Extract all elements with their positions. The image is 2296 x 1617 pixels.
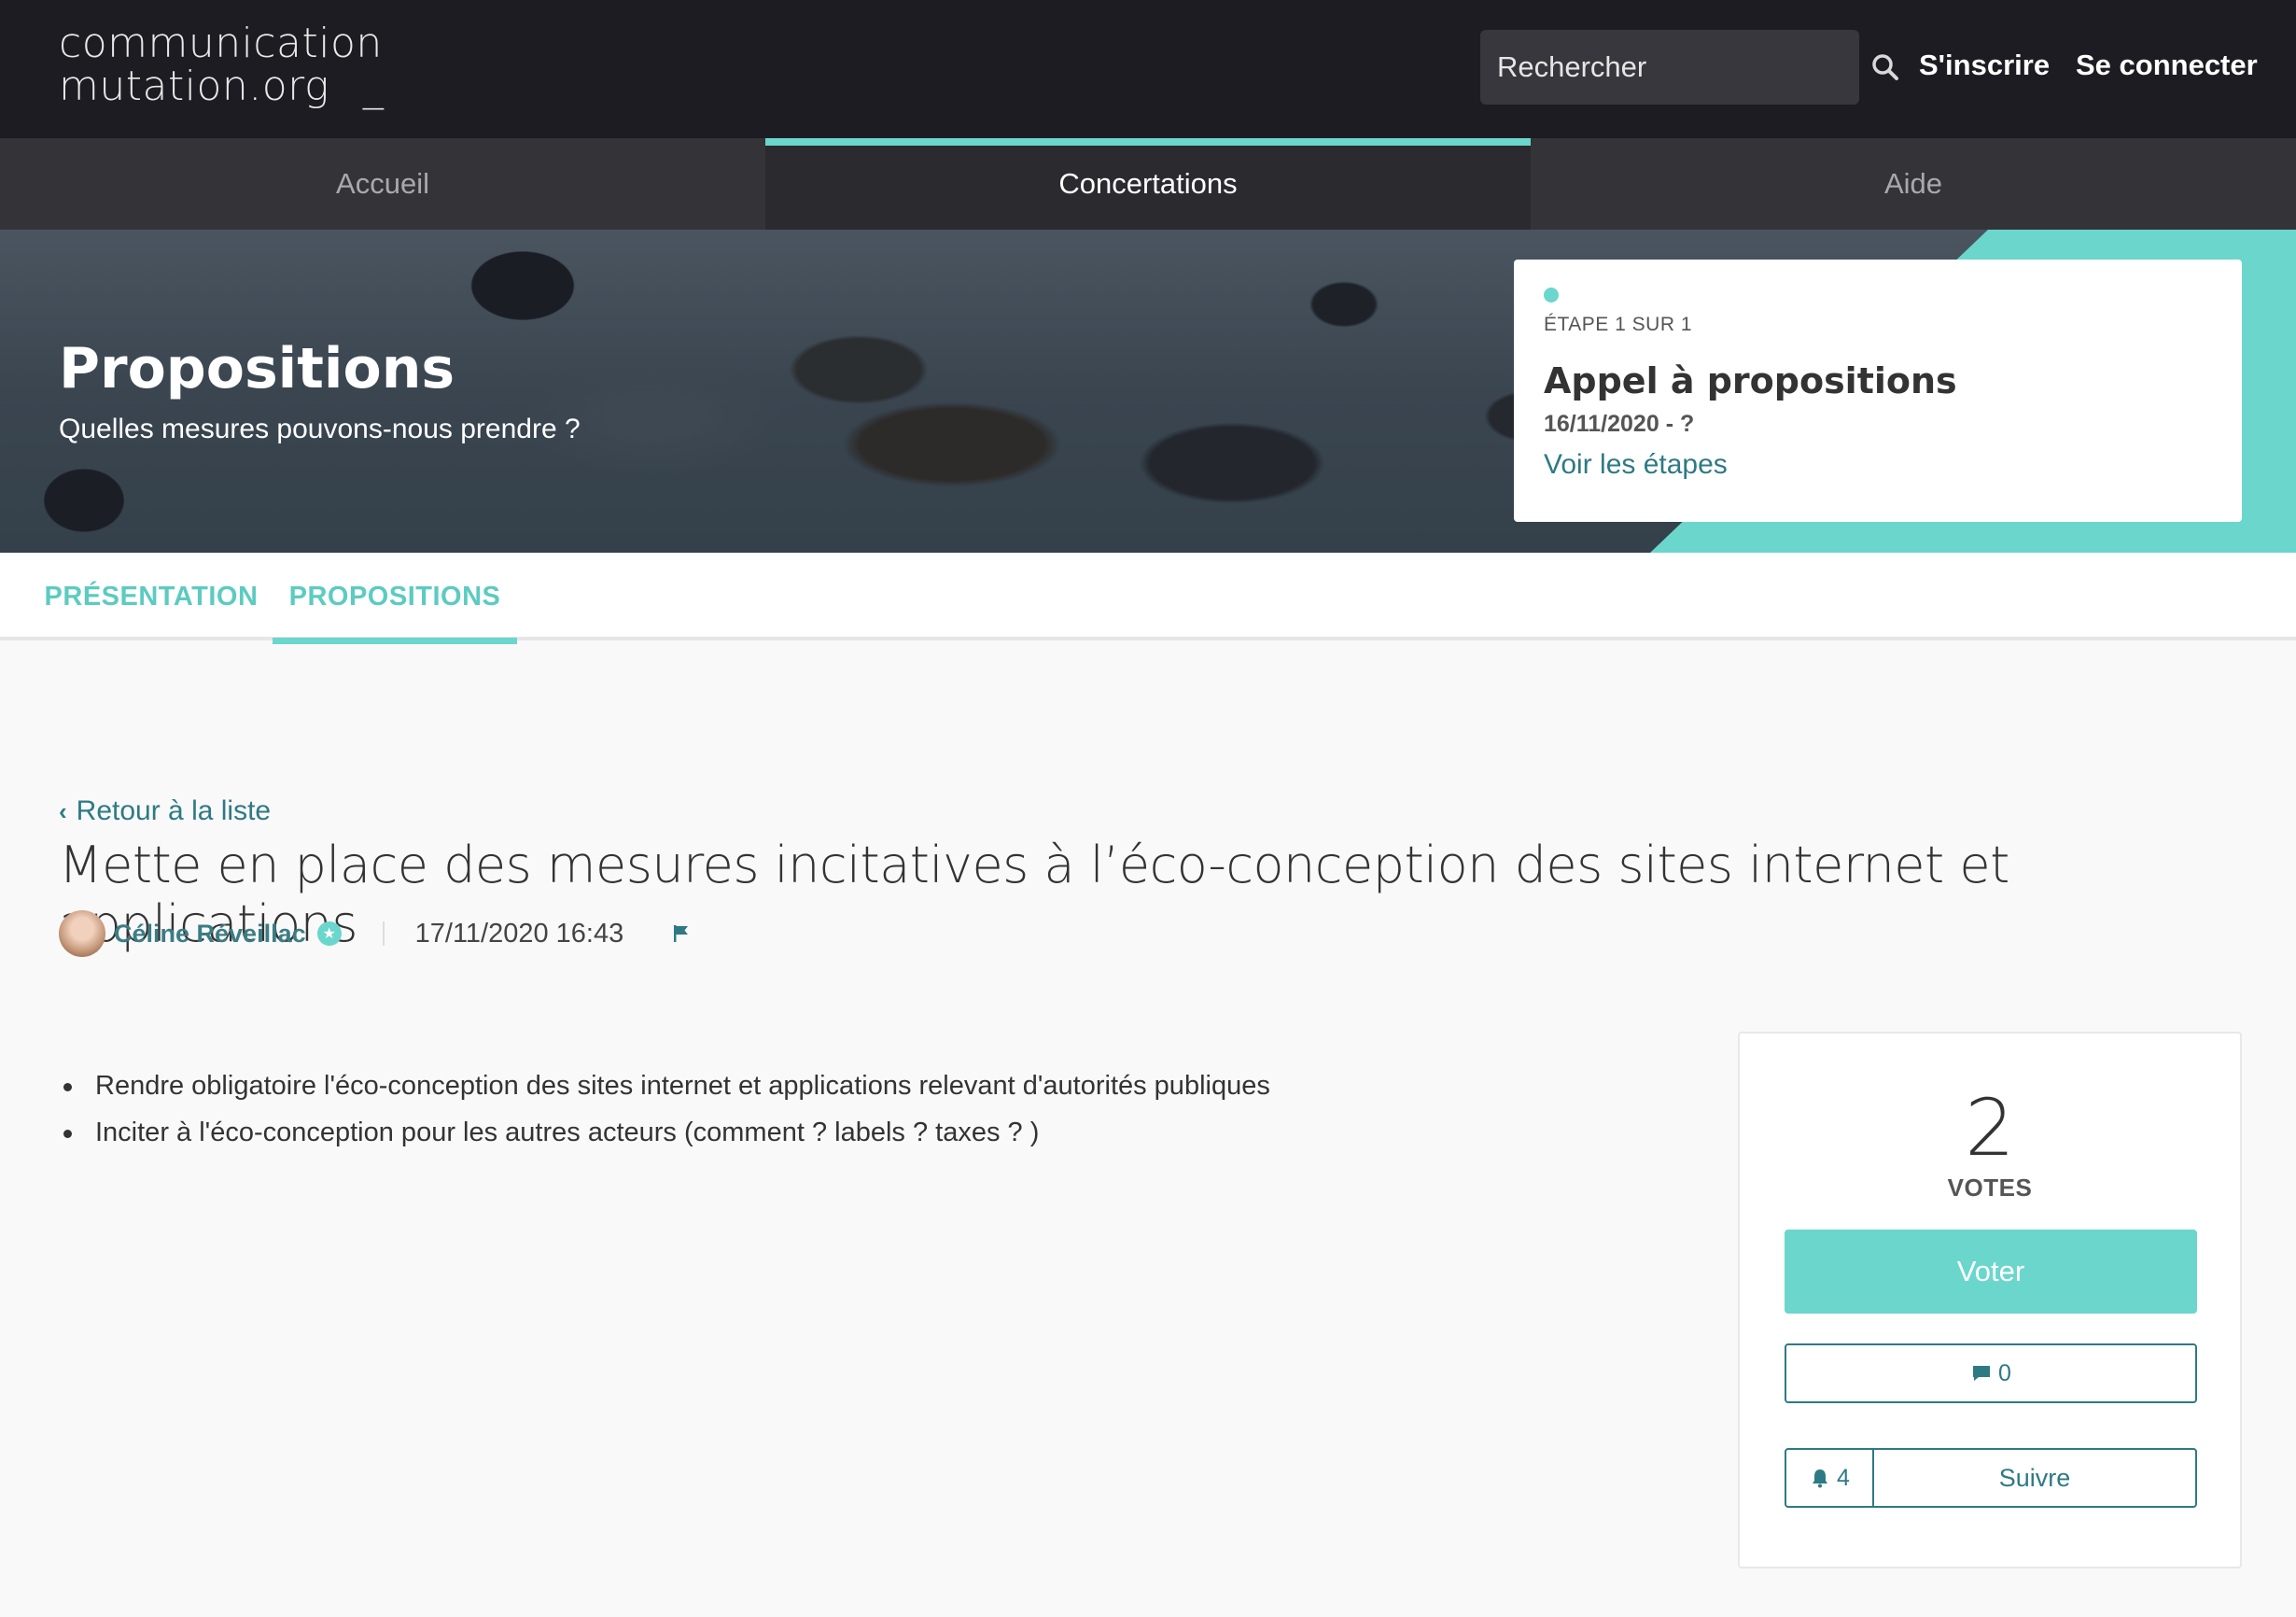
comment-icon [1973,1366,1991,1381]
list-item: Inciter à l'éco-conception pour les autr… [59,1109,1270,1156]
author-name[interactable]: Céline Réveillac [114,920,306,949]
vote-count: 2 [1965,1082,2015,1174]
main-nav: Accueil Concertations Aide [0,138,2296,230]
followers-count-box[interactable]: 4 [1786,1450,1874,1506]
tab-presentation[interactable]: PRÉSENTATION [37,553,265,640]
project-tabs: PRÉSENTATION PROPOSITIONS [0,553,2296,644]
tab-propositions[interactable]: PROPOSITIONS [273,553,517,644]
site-logo[interactable]: communication mutation.org _ [59,22,384,108]
step-name: Appel à propositions [1544,360,1957,401]
nav-item-aide[interactable]: Aide [1531,138,2296,230]
bell-icon [1813,1469,1828,1488]
vote-label: VOTES [1947,1174,2033,1202]
nav-item-accueil[interactable]: Accueil [0,138,765,230]
chevron-left-icon: ‹ [59,796,67,825]
search-input[interactable] [1497,50,1869,84]
search-box [1480,30,1898,105]
star-badge-icon: ★ [316,921,342,946]
followers-count: 4 [1837,1464,1850,1491]
step-dates: 16/11/2020 - ? [1544,411,1695,437]
page-subtitle: Quelles mesures pouvons-nous prendre ? [59,414,581,444]
view-steps-link[interactable]: Voir les étapes [1544,449,2212,481]
vote-panel: 2 VOTES Voter 0 4 Suivre [1738,1032,2242,1568]
logo-line-1: communication [59,20,383,67]
flag-icon[interactable] [670,922,693,945]
logo-line-2: mutation.org _ [59,63,385,110]
proposal-date: 17/11/2020 16:43 [414,918,624,949]
page-title: Propositions [59,336,455,401]
list-item: Rendre obligatoire l'éco-conception des … [59,1062,1270,1109]
back-to-list-link[interactable]: ‹ Retour à la liste [59,795,271,827]
comments-button[interactable]: 0 [1785,1343,2197,1403]
search-icon[interactable] [1869,51,1901,83]
step-card: ÉTAPE 1 SUR 1 Appel à propositions 16/11… [1514,260,2242,522]
step-count: ÉTAPE 1 SUR 1 [1544,314,1692,335]
follow-group: 4 Suivre [1785,1448,2197,1508]
back-link-label: Retour à la liste [76,795,272,826]
vote-button[interactable]: Voter [1785,1230,2197,1314]
step-dot-icon [1544,288,1559,302]
follow-button[interactable]: Suivre [1874,1450,2195,1506]
nav-item-concertations[interactable]: Concertations [765,138,1531,230]
avatar[interactable] [59,910,105,957]
proposal-meta: Céline Réveillac ★ 17/11/2020 16:43 [59,909,693,958]
top-header: communication mutation.org_ S'inscrire S… [0,0,2296,138]
signup-link[interactable]: S'inscrire [1919,49,2050,82]
login-link[interactable]: Se connecter [2076,49,2258,82]
comments-count: 0 [1998,1359,2011,1386]
proposal-body: Rendre obligatoire l'éco-conception des … [59,1062,1270,1156]
meta-divider [382,921,385,946]
